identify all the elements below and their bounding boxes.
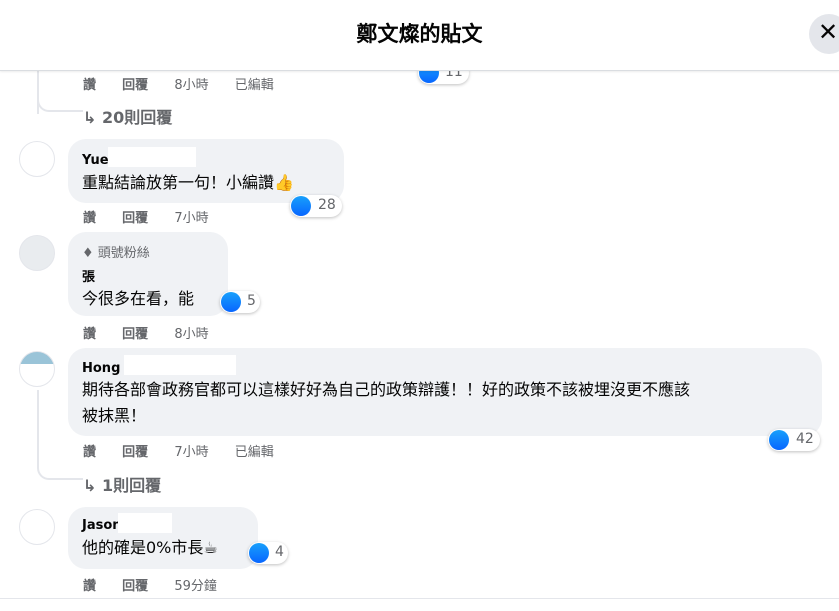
comment-author[interactable]: Hong <box>82 361 120 376</box>
like-icon <box>769 430 789 450</box>
thread-line <box>37 390 39 460</box>
like-link[interactable]: 讚 <box>83 327 96 342</box>
comment-text: 今很多在看，能 <box>82 289 195 308</box>
name-redaction <box>98 261 138 281</box>
comment-time[interactable]: 7小時 <box>174 211 208 226</box>
name-redaction <box>118 513 172 533</box>
comment-actions: 讚 回覆 8小時 <box>83 323 231 342</box>
reply-link[interactable]: 回覆 <box>122 211 148 226</box>
comment-time[interactable]: 8小時 <box>174 78 208 93</box>
close-button[interactable]: ✕ <box>809 14 839 54</box>
reaction-count[interactable]: 5 <box>220 291 260 313</box>
like-link[interactable]: 讚 <box>83 211 96 226</box>
comment-time[interactable]: 8小時 <box>174 327 208 342</box>
comment-time[interactable]: 7小時 <box>174 445 208 460</box>
comment-author[interactable]: Jason <box>82 518 122 533</box>
view-replies-link[interactable]: ↳ 1則回覆 <box>83 472 161 496</box>
name-redaction <box>108 147 196 167</box>
reply-arrow-icon: ↳ <box>83 476 102 495</box>
reply-link[interactable]: 回覆 <box>122 445 148 460</box>
like-icon <box>221 292 241 312</box>
reaction-count[interactable]: 28 <box>290 195 342 217</box>
like-icon <box>419 70 439 83</box>
avatar[interactable] <box>19 235 55 271</box>
comment-author[interactable]: 張 <box>82 266 95 285</box>
reply-link[interactable]: 回覆 <box>122 327 148 342</box>
comments-list[interactable]: 讚 回覆 8小時 已編輯 11 ↳ 20則回覆 Yue 重點結論放第一句！小編讚… <box>0 70 839 611</box>
dialog-header: 鄭文燦的貼文 ✕ <box>0 0 839 71</box>
edited-label: 已編輯 <box>234 445 274 460</box>
like-icon <box>291 196 311 216</box>
comment-text: 重點結論放第一句！小編讚👍 <box>82 173 294 192</box>
like-link[interactable]: 讚 <box>83 78 96 93</box>
comment-text: 他的確是0%市長☕ <box>82 538 218 557</box>
page-title: 鄭文燦的貼文 <box>356 22 483 46</box>
reply-link[interactable]: 回覆 <box>122 78 148 93</box>
diamond-icon: ♦ <box>82 246 98 261</box>
thread-curve <box>37 90 83 112</box>
close-icon: ✕ <box>818 18 839 46</box>
comment-time[interactable]: 59分鐘 <box>174 579 217 594</box>
edited-label: 已編輯 <box>234 78 274 93</box>
comment-author[interactable]: Yue <box>82 153 109 168</box>
name-redaction <box>124 355 236 375</box>
like-link[interactable]: 讚 <box>83 445 96 460</box>
like-link[interactable]: 讚 <box>83 579 96 594</box>
view-replies-link[interactable]: ↳ 20則回覆 <box>83 104 172 128</box>
avatar[interactable] <box>19 351 55 387</box>
comment-actions: 讚 回覆 8小時 已編輯 <box>83 74 296 93</box>
reaction-count[interactable]: 4 <box>248 542 288 564</box>
top-fan-badge: ♦ 頭號粉絲 <box>82 246 150 261</box>
reaction-count[interactable]: 11 <box>418 70 469 84</box>
thread-curve <box>37 458 83 480</box>
reply-arrow-icon: ↳ <box>83 108 102 127</box>
reply-link[interactable]: 回覆 <box>122 579 148 594</box>
scroll-divider <box>0 598 839 599</box>
comment-actions: 讚 回覆 7小時 <box>83 207 231 226</box>
comment-text: 被抹黑！ <box>82 406 147 425</box>
comment-text: 期待各部會政務官都可以這樣好好為自己的政策辯護！！好的政策不該被埋沒更不應該 <box>82 380 691 399</box>
avatar[interactable] <box>19 509 55 545</box>
like-icon <box>249 543 269 563</box>
comment-actions: 讚 回覆 59分鐘 <box>83 575 239 594</box>
avatar[interactable] <box>19 141 55 177</box>
comment-actions: 讚 回覆 7小時 已編輯 <box>83 441 296 460</box>
reaction-count[interactable]: 42 <box>768 429 820 451</box>
